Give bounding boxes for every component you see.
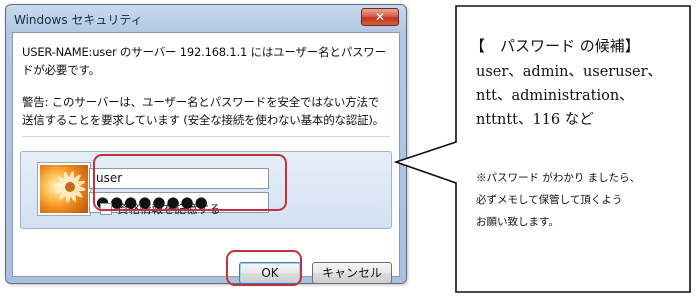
windows-security-dialog: Windows セキュリティ ✕ USER-NAME:user のサーバー 19… — [5, 4, 407, 284]
close-icon: ✕ — [374, 10, 386, 24]
warning-message-line: 警告: このサーバーは、ユーザー名とパスワードを安全ではない方法で — [22, 95, 380, 109]
callout-note-line: 必ずメモして保管して頂くよう — [476, 194, 623, 206]
warning-message-line: 送信することを要求しています (安全な接続を使わない基本的な認証)。 — [22, 113, 384, 127]
password-candidate-line: user、admin、useruser、 — [476, 64, 663, 80]
password-candidate-line: ntt、administration、 — [476, 88, 634, 104]
title-bar[interactable]: Windows セキュリティ ✕ — [6, 5, 406, 33]
cancel-button[interactable]: キャンセル — [312, 262, 392, 284]
password-candidate-line: nttntt、116 など — [476, 112, 594, 128]
dialog-title: Windows セキュリティ — [14, 13, 143, 27]
divider — [22, 136, 390, 137]
credentials-highlight-ring — [93, 154, 287, 211]
warning-message: 警告: このサーバーは、ユーザー名とパスワードを安全ではない方法で 送信すること… — [22, 93, 384, 129]
close-button[interactable]: ✕ — [361, 8, 399, 26]
server-message-line: ドが必要です。 — [22, 63, 100, 77]
user-avatar-flower-icon — [38, 163, 90, 215]
server-message-line: USER-NAME:user のサーバー 192.168.1.1 にはユーザー名… — [22, 45, 386, 59]
callout-heading: 【 パスワード の候補】 — [470, 37, 640, 55]
callout-note-line: お願い致します。 — [476, 216, 559, 228]
callout-note-line: ※パスワード がわかり ましたら、 — [476, 172, 641, 184]
server-message: USER-NAME:user のサーバー 192.168.1.1 にはユーザー名… — [22, 43, 386, 79]
ok-highlight-ring — [226, 250, 302, 286]
